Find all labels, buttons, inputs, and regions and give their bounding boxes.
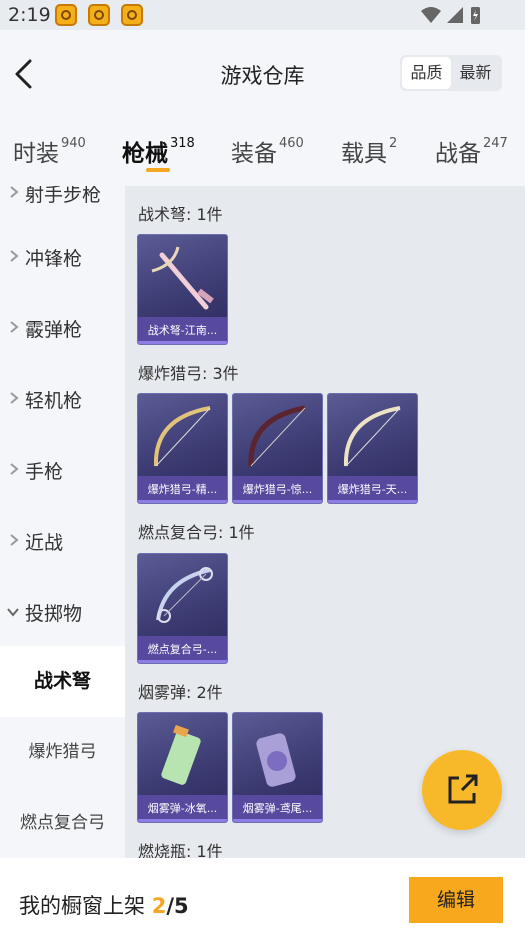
sort-option-quality[interactable]: 品质 (402, 57, 451, 89)
sidebar-subitem-explosive-bow[interactable]: 爆炸猎弓 (0, 717, 125, 788)
group-title: 烟雾弹: 2件 (138, 683, 223, 702)
tab-count: 247 (483, 136, 508, 151)
chevron-right-icon (10, 463, 19, 475)
showcase-current-count: 2 (151, 894, 167, 918)
group-title: 燃烧瓶: 1件 (138, 842, 223, 858)
smoke-grenade-image (256, 733, 296, 787)
external-link-icon (448, 774, 478, 804)
chevron-right-icon (10, 250, 19, 262)
item-card-name: 烟雾弹-鸢尾... (233, 795, 322, 822)
tab-supplies[interactable]: 战备 247 (435, 134, 508, 168)
tab-label: 载具 (341, 141, 387, 167)
item-card[interactable]: 燃点复合弓-... (137, 553, 228, 664)
app-notification-icon (88, 4, 110, 26)
group-title: 燃点复合弓: 1件 (138, 523, 255, 542)
sidebar-item-lmg[interactable]: 轻机枪 (0, 364, 125, 435)
tab-count: 460 (279, 136, 304, 151)
chevron-down-icon (7, 608, 19, 617)
crossbow-image (151, 246, 214, 310)
sort-option-latest[interactable]: 最新 (451, 57, 500, 89)
tab-label: 装备 (231, 141, 277, 167)
showcase-status: 我的橱窗上架 2/5 (19, 890, 189, 920)
smoke-grenade-image (161, 724, 201, 785)
sidebar-item-label: 射手步枪 (25, 186, 102, 206)
navigation-bar: 游戏仓库 品质 最新 (0, 30, 525, 114)
sort-toggle: 品质 最新 (400, 55, 502, 91)
bottom-bar: 我的橱窗上架 2/5 编辑 (0, 858, 525, 939)
chevron-right-icon (10, 534, 19, 546)
sidebar-item-melee[interactable]: 近战 (0, 506, 125, 577)
tab-fashion[interactable]: 时装 940 (13, 134, 86, 168)
tab-equipment[interactable]: 装备 460 (231, 134, 304, 168)
signal-icon (447, 7, 463, 23)
app-notification-icon (121, 4, 143, 26)
sidebar-item-label: 手枪 (25, 461, 64, 483)
item-card-name: 烟雾弹-冰氧... (138, 795, 227, 822)
bow-image (248, 405, 306, 467)
bow-image (153, 406, 211, 467)
active-tab-indicator (146, 168, 170, 172)
group-title: 爆炸猎弓: 3件 (138, 364, 239, 383)
category-tabs: 时装 940 枪械 318 装备 460 载具 2 战备 247 (0, 114, 525, 186)
sidebar-item-label: 投掷物 (25, 603, 83, 625)
tab-firearms[interactable]: 枪械 318 (122, 134, 195, 168)
showcase-total-count: /5 (166, 894, 189, 918)
item-card[interactable]: 爆炸猎弓-惊... (232, 393, 323, 504)
sidebar-item-label: 冲锋枪 (25, 248, 83, 270)
edit-button[interactable]: 编辑 (409, 877, 503, 923)
status-time: 2:19 (8, 4, 51, 26)
bow-image (343, 406, 401, 467)
status-indicators (421, 7, 480, 24)
status-bar: 2:19 (0, 0, 525, 30)
item-card-name: 战术弩-江南... (138, 317, 227, 344)
item-card-name: 爆炸猎弓-天... (328, 476, 417, 503)
sidebar-subitem-tactical-crossbow[interactable]: 战术弩 (0, 646, 125, 717)
sidebar-item-pistol[interactable]: 手枪 (0, 435, 125, 506)
sidebar: 射手步枪 冲锋枪 霰弹枪 轻机枪 手枪 近战 投掷物 战术弩 爆炸猎弓 燃点复合… (0, 186, 125, 858)
sidebar-item-shotgun[interactable]: 霰弹枪 (0, 293, 125, 364)
compound-bow-image (156, 567, 213, 623)
item-card[interactable]: 烟雾弹-鸢尾... (232, 712, 323, 823)
tab-label: 时装 (13, 141, 59, 167)
item-card[interactable]: 爆炸猎弓-精... (137, 393, 228, 504)
tab-label: 枪械 (122, 141, 168, 167)
tab-label: 战备 (435, 141, 481, 167)
sidebar-item-label: 霰弹枪 (25, 319, 83, 341)
item-card[interactable]: 爆炸猎弓-天... (327, 393, 418, 504)
app-notification-icon (55, 4, 77, 26)
chevron-right-icon (10, 321, 19, 333)
sidebar-item-label: 近战 (25, 532, 64, 554)
tab-count: 318 (170, 136, 195, 151)
item-card-name: 爆炸猎弓-惊... (233, 476, 322, 503)
sidebar-item-smg[interactable]: 冲锋枪 (0, 222, 125, 293)
chevron-right-icon (10, 392, 19, 404)
tab-vehicles[interactable]: 载具 2 (341, 134, 397, 168)
sidebar-item-throwables[interactable]: 投掷物 (0, 577, 125, 648)
item-card[interactable]: 战术弩-江南... (137, 234, 228, 345)
item-card-name: 爆炸猎弓-精... (138, 476, 227, 503)
item-card-name: 燃点复合弓-... (138, 636, 227, 663)
tab-count: 940 (61, 136, 86, 151)
showcase-label: 我的橱窗上架 (19, 894, 145, 918)
sidebar-subitem-compound-bow[interactable]: 燃点复合弓 (0, 788, 125, 858)
chevron-right-icon (10, 186, 19, 198)
share-button[interactable] (422, 750, 502, 830)
group-title: 战术弩: 1件 (138, 205, 223, 224)
tab-count: 2 (389, 136, 398, 151)
wifi-icon (421, 7, 441, 23)
sidebar-item-label: 轻机枪 (25, 390, 83, 412)
item-card[interactable]: 烟雾弹-冰氧... (137, 712, 228, 823)
